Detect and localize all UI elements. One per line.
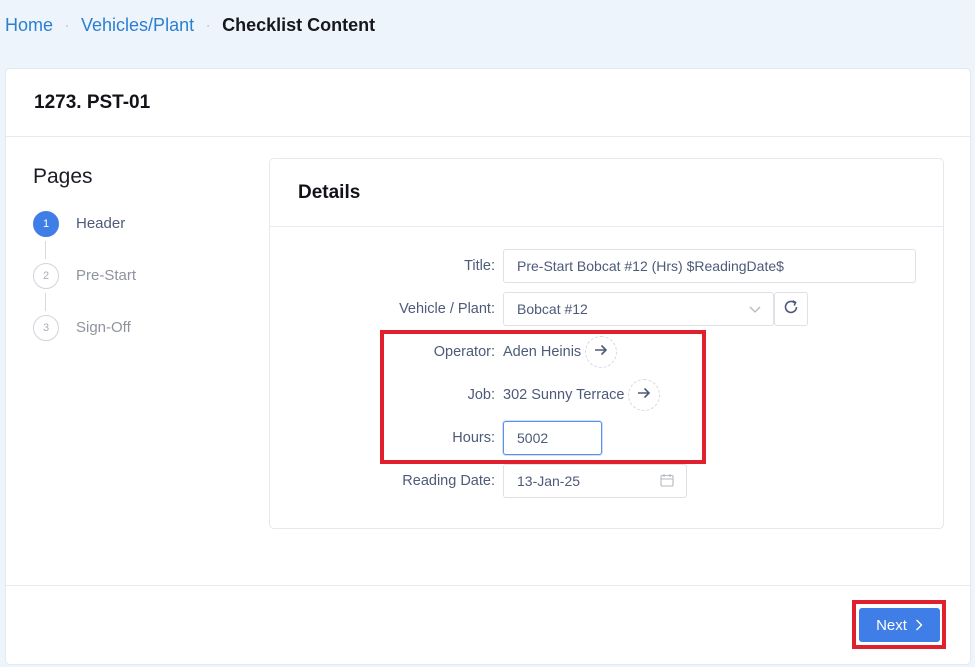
step-label: Pre-Start [76, 267, 137, 284]
reading-date-value: 13-Jan-25 [517, 473, 581, 489]
title-row: Title: Pre-Start Bobcat #12 (Hrs) $Readi… [270, 249, 916, 283]
card-header: 1273. PST-01 [6, 69, 970, 137]
chevron-down-icon [749, 301, 761, 317]
title-input[interactable]: Pre-Start Bobcat #12 (Hrs) $ReadingDate$ [503, 249, 916, 283]
step-number: 3 [33, 315, 59, 341]
refresh-button[interactable] [774, 292, 808, 326]
vehicle-label: Vehicle / Plant [399, 301, 491, 317]
vehicle-select[interactable]: Bobcat #12 [503, 292, 774, 326]
breadcrumb-separator: · [65, 18, 70, 32]
page-title: 1273. PST-01 [34, 91, 151, 113]
step-pre-start[interactable]: 2 Pre-Start [33, 263, 136, 315]
steps-list: 1 Header 2 Pre-Start 3 Sign-Off [33, 211, 136, 367]
step-number: 1 [33, 211, 59, 237]
reading-date-label: Reading Date [402, 473, 491, 489]
checklist-card: 1273. PST-01 Pages 1 Header 2 Pre-Start … [5, 68, 971, 665]
details-header: Details [270, 159, 943, 227]
reading-date-input[interactable]: 13-Jan-25 [503, 464, 687, 498]
step-connector [45, 241, 46, 259]
step-connector [45, 293, 46, 311]
step-header[interactable]: 1 Header [33, 211, 136, 263]
step-label: Header [76, 215, 126, 232]
breadcrumb-home-link[interactable]: Home [5, 15, 53, 36]
details-title: Details [298, 181, 361, 203]
step-sign-off[interactable]: 3 Sign-Off [33, 315, 136, 367]
refresh-icon [782, 298, 800, 321]
pages-heading: Pages [33, 165, 93, 188]
calendar-icon [660, 473, 674, 490]
breadcrumb-separator: · [206, 18, 211, 32]
breadcrumb-current: Checklist Content [222, 14, 376, 35]
step-label: Sign-Off [76, 319, 131, 336]
title-label: Title [464, 258, 491, 274]
breadcrumb-vehicles-link[interactable]: Vehicles/Plant [81, 15, 194, 36]
breadcrumb: Home · Vehicles/Plant · Checklist Conten… [5, 14, 375, 36]
vehicle-select-value: Bobcat #12 [517, 301, 588, 317]
highlight-next-box [852, 600, 946, 649]
step-number: 2 [33, 263, 59, 289]
highlight-fields-box [380, 330, 706, 464]
footer-divider [6, 585, 970, 586]
vehicle-row: Vehicle / Plant: Bobcat #12 [270, 292, 808, 326]
reading-date-row: Reading Date: 13-Jan-25 [270, 464, 687, 498]
